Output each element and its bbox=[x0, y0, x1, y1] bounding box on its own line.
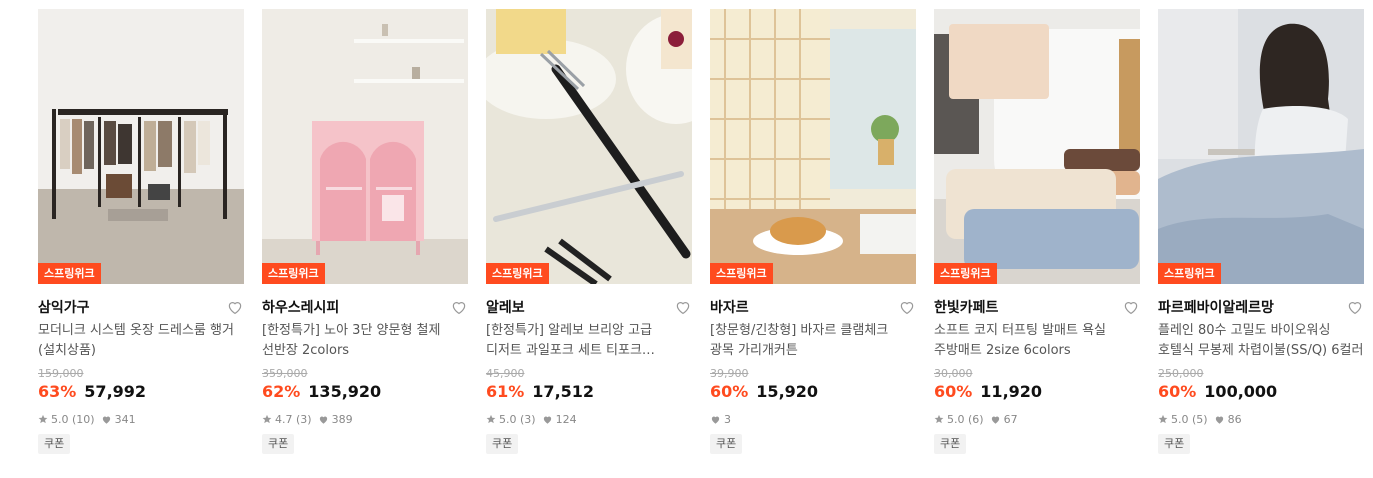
promo-badge: 스프링위크 bbox=[934, 263, 997, 284]
coupon-tag: 쿠폰 bbox=[38, 434, 71, 454]
rating-text: 5.0 (10) bbox=[51, 412, 95, 426]
like-count: 67 bbox=[1003, 412, 1018, 426]
product-title[interactable]: [한정특가] 노아 3단 양문형 철제 선반장 2colors bbox=[262, 321, 468, 361]
brand-name[interactable]: 파르페바이알레르망 bbox=[1158, 297, 1274, 317]
promo-badge: 스프링위크 bbox=[38, 263, 101, 284]
rating-text: 5.0 (3) bbox=[499, 412, 536, 426]
promo-badge: 스프링위크 bbox=[262, 263, 325, 284]
discount-rate: 63% bbox=[38, 382, 77, 401]
product-title[interactable]: 소프트 코지 터프팅 발매트 욕실 주방매트 2size 6colors bbox=[934, 321, 1140, 361]
coupon-tag: 쿠폰 bbox=[486, 434, 519, 454]
heart-outline-icon[interactable] bbox=[450, 298, 468, 316]
product-image-pink-cabinet[interactable]: 스프링위크 bbox=[262, 9, 468, 284]
brand-name[interactable]: 삼익가구 bbox=[38, 297, 90, 317]
product-card[interactable]: 스프링위크 한빛카페트 소프트 코지 터프팅 발매트 욕실 주방매트 2size… bbox=[934, 9, 1140, 454]
original-price: 250,000 bbox=[1158, 367, 1204, 380]
product-image-wardrobe[interactable]: 스프링위크 bbox=[38, 9, 244, 284]
product-image-check-curtain[interactable]: 스프링위크 bbox=[710, 9, 916, 284]
promo-badge: 스프링위크 bbox=[710, 263, 773, 284]
discount-rate: 62% bbox=[262, 382, 301, 401]
rating-text: 4.7 (3) bbox=[275, 412, 312, 426]
heart-outline-icon[interactable] bbox=[1346, 298, 1364, 316]
brand-name[interactable]: 알레보 bbox=[486, 297, 525, 317]
product-card[interactable]: 스프링위크 삼익가구 모더니크 시스템 옷장 드레스룸 행거 (설치상품) 15… bbox=[38, 9, 244, 454]
brand-name[interactable]: 하우스레시피 bbox=[262, 297, 339, 317]
product-card[interactable]: 스프링위크 알레보 [한정특가] 알레보 브리앙 고급 디저트 과일포크 세트 … bbox=[486, 9, 692, 454]
star-icon bbox=[486, 414, 496, 424]
product-image-bath-mats[interactable]: 스프링위크 bbox=[934, 9, 1140, 284]
heart-filled-icon bbox=[102, 416, 110, 424]
sale-price: 11,920 bbox=[980, 382, 1043, 401]
original-price: 39,900 bbox=[710, 367, 749, 380]
like-count: 341 bbox=[114, 412, 136, 426]
heart-outline-icon[interactable] bbox=[1122, 298, 1140, 316]
product-card[interactable]: 스프링위크 하우스레시피 [한정특가] 노아 3단 양문형 철제 선반장 2co… bbox=[262, 9, 468, 454]
product-title[interactable]: [창문형/긴창형] 바자르 클램체크 광목 가리개커튼 bbox=[710, 321, 916, 361]
star-icon bbox=[1158, 414, 1168, 424]
coupon-tag: 쿠폰 bbox=[710, 434, 743, 454]
discount-rate: 60% bbox=[1158, 382, 1197, 401]
product-image-bedding[interactable]: 스프링위크 bbox=[1158, 9, 1364, 284]
star-icon bbox=[38, 414, 48, 424]
sale-price: 17,512 bbox=[532, 382, 595, 401]
heart-filled-icon bbox=[711, 416, 720, 424]
star-icon bbox=[934, 414, 944, 424]
promo-badge: 스프링위크 bbox=[486, 263, 549, 284]
like-count: 3 bbox=[724, 412, 731, 426]
sale-price: 15,920 bbox=[756, 382, 819, 401]
promo-badge: 스프링위크 bbox=[1158, 263, 1221, 284]
original-price: 359,000 bbox=[262, 367, 308, 380]
product-image-dessert-forks[interactable]: 스프링위크 bbox=[486, 9, 692, 284]
original-price: 159,000 bbox=[38, 367, 84, 380]
product-grid: 스프링위크 삼익가구 모더니크 시스템 옷장 드레스룸 행거 (설치상품) 15… bbox=[38, 9, 1364, 454]
discount-rate: 60% bbox=[710, 382, 749, 401]
heart-outline-icon[interactable] bbox=[898, 298, 916, 316]
sale-price: 57,992 bbox=[84, 382, 147, 401]
product-title[interactable]: 플레인 80수 고밀도 바이오워싱 호텔식 무봉제 차렵이불(SS/Q) 6컬러 bbox=[1158, 321, 1364, 361]
coupon-tag: 쿠폰 bbox=[934, 434, 967, 454]
sale-price: 135,920 bbox=[308, 382, 382, 401]
product-title[interactable]: 모더니크 시스템 옷장 드레스룸 행거 (설치상품) bbox=[38, 321, 244, 361]
heart-outline-icon[interactable] bbox=[674, 298, 692, 316]
heart-filled-icon bbox=[991, 416, 999, 424]
product-card[interactable]: 스프링위크 바자르 [창문형/긴창형] 바자르 클램체크 광목 가리개커튼 39… bbox=[710, 9, 916, 454]
brand-name[interactable]: 바자르 bbox=[710, 297, 749, 317]
coupon-tag: 쿠폰 bbox=[262, 434, 295, 454]
original-price: 30,000 bbox=[934, 367, 973, 380]
sale-price: 100,000 bbox=[1204, 382, 1278, 401]
heart-outline-icon[interactable] bbox=[226, 298, 244, 316]
coupon-tag: 쿠폰 bbox=[1158, 434, 1191, 454]
heart-filled-icon bbox=[319, 416, 327, 424]
rating-text: 5.0 (5) bbox=[1171, 412, 1208, 426]
heart-filled-icon bbox=[1215, 416, 1223, 424]
product-title[interactable]: [한정특가] 알레보 브리앙 고급 디저트 과일포크 세트 티포크 커트러리 4… bbox=[486, 321, 692, 361]
product-card[interactable]: 스프링위크 파르페바이알레르망 플레인 80수 고밀도 바이오워싱 호텔식 무봉… bbox=[1158, 9, 1364, 454]
heart-filled-icon bbox=[543, 416, 551, 424]
like-count: 124 bbox=[555, 412, 577, 426]
original-price: 45,900 bbox=[486, 367, 525, 380]
like-count: 389 bbox=[331, 412, 353, 426]
brand-name[interactable]: 한빛카페트 bbox=[934, 297, 998, 317]
star-icon bbox=[262, 414, 272, 424]
rating-text: 5.0 (6) bbox=[947, 412, 984, 426]
like-count: 86 bbox=[1227, 412, 1242, 426]
discount-rate: 60% bbox=[934, 382, 973, 401]
discount-rate: 61% bbox=[486, 382, 525, 401]
